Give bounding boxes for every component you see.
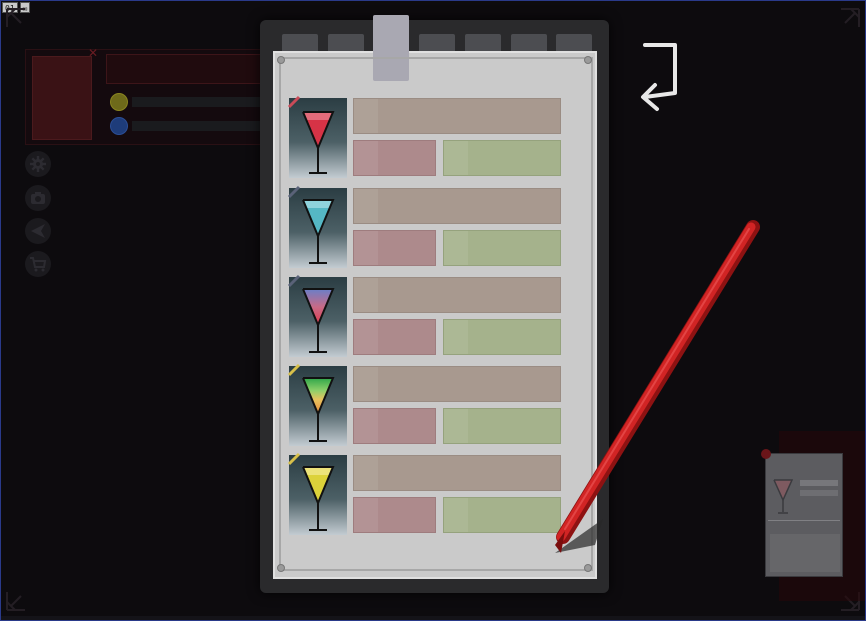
- recipe-red-bar: [353, 408, 436, 444]
- recipe-red-bar: [353, 319, 436, 355]
- corner-ornament-top-right: [817, 7, 861, 51]
- corner-ornament-top-left: [5, 7, 49, 51]
- recipe-tag-yellow: [287, 362, 301, 377]
- recipe-name-bar: [353, 455, 561, 491]
- preview-dot: [761, 449, 771, 459]
- shop-button[interactable]: [25, 251, 51, 277]
- recipe-name-bar: [353, 277, 561, 313]
- gear-icon: [30, 156, 46, 172]
- recipe-red-bar: [353, 230, 436, 266]
- gold-coin-icon: [110, 93, 128, 111]
- sheet-pin-bottom-left: [277, 564, 285, 572]
- recipe-name-bar: [353, 188, 561, 224]
- camera-button[interactable]: [25, 185, 51, 211]
- preview-bar: [800, 490, 838, 496]
- player-name-bar: [106, 54, 264, 84]
- blue-orb-icon: [110, 117, 128, 135]
- bottom-border: [1, 616, 865, 620]
- recipe-tag-blue: [287, 273, 301, 288]
- cart-icon: [30, 257, 47, 272]
- player-portrait: [32, 56, 92, 140]
- camera-icon: [31, 192, 45, 204]
- recipe-row[interactable]: [287, 185, 563, 270]
- recipe-row[interactable]: [287, 452, 563, 537]
- layered-green-cocktail-icon: [289, 366, 347, 446]
- settings-button[interactable]: [25, 151, 51, 177]
- recipe-row[interactable]: [287, 363, 563, 448]
- red-cocktail-icon: [289, 98, 347, 178]
- preview-panel: [770, 534, 840, 572]
- red-pen[interactable]: [541, 219, 771, 571]
- orb-stat-bar: [132, 121, 260, 131]
- preview-bar: [800, 480, 838, 486]
- return-button[interactable]: [635, 39, 685, 115]
- recipe-red-bar: [353, 497, 436, 533]
- cyan-cocktail-icon: [289, 188, 347, 268]
- panel-marker-icon: ✕: [88, 46, 99, 60]
- sheet-pin-top-right: [584, 56, 592, 64]
- recipe-tag-red: [287, 94, 301, 109]
- recipe-row[interactable]: [287, 274, 563, 359]
- recipe-name-bar: [353, 366, 561, 402]
- preview-divider: [768, 520, 840, 521]
- mini-cocktail-icon: [772, 476, 794, 516]
- sheet-pin-top-left: [277, 56, 285, 64]
- gold-stat-bar: [132, 97, 260, 107]
- game-screen: 01 ✉ ✕: [0, 0, 866, 621]
- recipe-green-bar: [443, 140, 561, 176]
- recipe-name-bar: [353, 98, 561, 134]
- recipe-tag-blue: [287, 184, 301, 199]
- yellow-cocktail-icon: [289, 455, 347, 535]
- gradient-cocktail-icon: [289, 277, 347, 357]
- red-pen-icon: [555, 220, 760, 553]
- share-icon: [31, 224, 45, 238]
- recipe-row[interactable]: [287, 95, 563, 180]
- orb-stat: [110, 117, 260, 135]
- return-arrow-icon: [641, 43, 677, 111]
- recipe-tag-yellow: [287, 451, 301, 466]
- share-button[interactable]: [25, 218, 51, 244]
- recipe-red-bar: [353, 140, 436, 176]
- player-info-panel: ✕: [25, 46, 267, 145]
- drink-preview-card[interactable]: [765, 453, 843, 577]
- corner-ornament-bottom-left: [5, 568, 49, 612]
- gold-stat: [110, 93, 260, 111]
